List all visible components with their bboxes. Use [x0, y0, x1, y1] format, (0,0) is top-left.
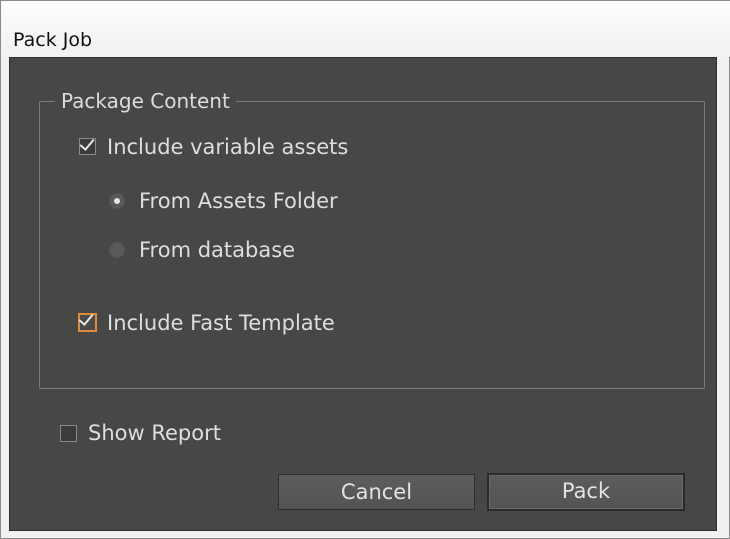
- pack-job-dialog: Pack Job Package Content Include variabl…: [0, 0, 730, 539]
- checkmark-icon: [78, 310, 94, 326]
- radio-selected-dot-icon: [114, 198, 120, 204]
- show-report-label[interactable]: Show Report: [88, 421, 221, 445]
- cancel-button[interactable]: Cancel: [278, 474, 475, 510]
- window-title: Pack Job: [13, 29, 93, 51]
- package-content-label: Package Content: [55, 89, 236, 113]
- include-fast-template-label[interactable]: Include Fast Template: [107, 311, 335, 335]
- from-assets-folder-radio[interactable]: [109, 193, 125, 209]
- pack-button[interactable]: Pack: [487, 473, 685, 511]
- show-report-checkbox[interactable]: [60, 425, 77, 442]
- from-database-radio[interactable]: [109, 242, 125, 258]
- from-database-label[interactable]: From database: [139, 238, 295, 262]
- from-assets-folder-label[interactable]: From Assets Folder: [139, 189, 338, 213]
- checkmark-icon: [79, 135, 95, 151]
- include-variable-assets-label[interactable]: Include variable assets: [107, 135, 348, 159]
- include-variable-assets-checkbox[interactable]: [79, 135, 96, 155]
- include-fast-template-checkbox[interactable]: [78, 310, 97, 332]
- title-bar[interactable]: Pack Job: [1, 1, 730, 57]
